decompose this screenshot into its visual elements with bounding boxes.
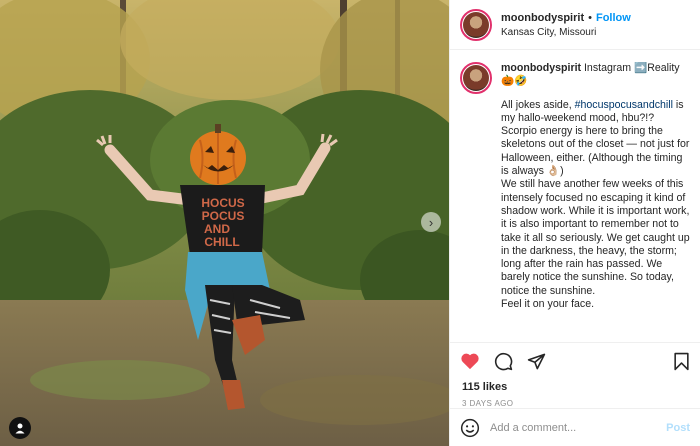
bookmark-icon (674, 352, 689, 370)
post-date[interactable]: 3 DAYS AGO (450, 399, 700, 408)
post-comment-button[interactable]: Post (666, 422, 690, 434)
caption-p3: Feel it on your face. (501, 298, 595, 311)
separator-dot: • (588, 11, 592, 24)
post-photo[interactable]: HOCUS POCUS AND CHILL › (0, 0, 449, 446)
action-bar (450, 343, 700, 379)
avatar[interactable] (460, 8, 492, 41)
hashtag-link[interactable]: #hocuspocusandchill (575, 99, 673, 111)
share-icon (527, 353, 546, 369)
shirt-text-line: AND (204, 222, 230, 236)
shirt-text-line: POCUS (202, 209, 245, 223)
shirt-text-line: HOCUS (201, 196, 244, 210)
caption-username[interactable]: moonbodyspirit (501, 62, 581, 74)
next-photo-button[interactable]: › (421, 212, 441, 232)
comment-bar: Post (450, 408, 700, 446)
follow-button[interactable]: Follow (596, 12, 631, 24)
heart-icon (461, 353, 479, 370)
comment-icon (494, 352, 513, 370)
user-tag-icon (15, 423, 25, 434)
like-button[interactable] (460, 352, 480, 370)
caption-avatar[interactable] (460, 62, 492, 94)
save-button[interactable] (673, 352, 690, 371)
location-link[interactable]: Kansas City, Missouri (501, 27, 631, 38)
share-button[interactable] (527, 352, 546, 371)
comment-button[interactable] (494, 352, 513, 371)
post-header: moonbodyspirit • Follow Kansas City, Mis… (450, 0, 700, 50)
caption-p2: We still have another few weeks of this … (501, 178, 690, 297)
shirt-text-line: CHILL (204, 235, 239, 249)
post-side-panel: moonbodyspirit • Follow Kansas City, Mis… (449, 0, 700, 446)
user-tag-button[interactable] (9, 417, 31, 439)
caption-p1-pre: All jokes aside, (501, 98, 575, 111)
chevron-right-icon: › (428, 214, 434, 230)
caption-text: moonbodyspirit Instagram ➡️Reality 🎃🤣 Al… (501, 62, 690, 322)
comment-input[interactable] (490, 421, 657, 434)
username-link[interactable]: moonbodyspirit (501, 12, 584, 24)
emoji-icon (460, 418, 480, 437)
emoji-button[interactable] (460, 418, 480, 438)
photo-scene: HOCUS POCUS AND CHILL (0, 0, 449, 446)
likes-count[interactable]: 115 likes (450, 381, 700, 393)
instagram-post: HOCUS POCUS AND CHILL › moonbodyspirit •… (0, 0, 700, 446)
caption-area: moonbodyspirit Instagram ➡️Reality 🎃🤣 Al… (450, 50, 700, 334)
